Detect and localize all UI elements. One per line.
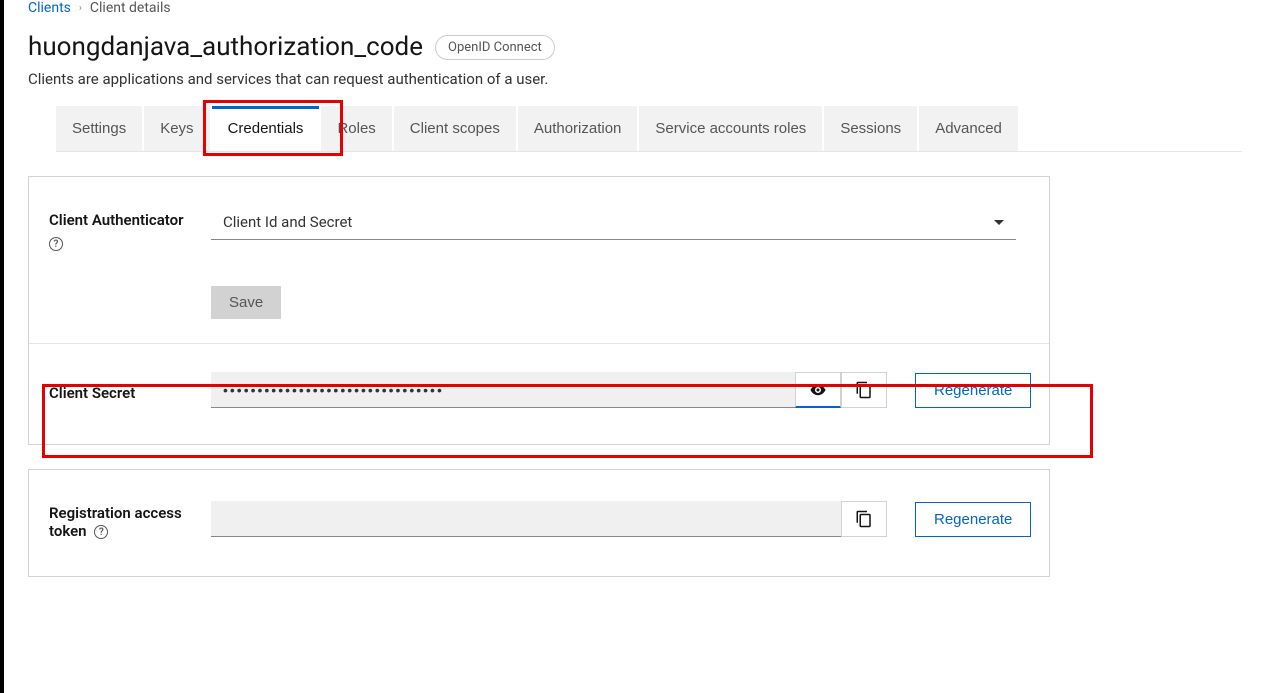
tab-sessions[interactable]: Sessions [824, 106, 917, 151]
tab-roles[interactable]: Roles [321, 106, 391, 151]
page-title-row: huongdanjava_authorization_code OpenID C… [28, 32, 1242, 62]
client-authenticator-select[interactable]: Client Id and Secret [211, 205, 1016, 240]
registration-token-label-text: Registration access token [49, 504, 182, 540]
registration-token-panel: Registration access token ? Regenerate [28, 469, 1050, 577]
tab-credentials[interactable]: Credentials [212, 106, 320, 151]
copy-secret-button[interactable] [841, 372, 887, 408]
page-title: huongdanjava_authorization_code [28, 32, 423, 62]
client-authenticator-value: Client Id and Secret [223, 213, 352, 231]
tab-service-accounts[interactable]: Service accounts roles [639, 106, 822, 151]
protocol-badge: OpenID Connect [435, 35, 555, 60]
credentials-panel: Client Authenticator ? Client Id and Sec… [28, 176, 1050, 445]
client-authenticator-label-text: Client Authenticator [49, 211, 184, 229]
help-icon[interactable]: ? [94, 525, 108, 539]
tab-authorization[interactable]: Authorization [518, 106, 638, 151]
copy-token-button[interactable] [841, 501, 887, 537]
tab-client-scopes[interactable]: Client scopes [394, 106, 516, 151]
tabs: Settings Keys Credentials Roles Client s… [56, 106, 1242, 152]
help-icon[interactable]: ? [49, 237, 63, 251]
regenerate-secret-button[interactable]: Regenerate [915, 373, 1031, 408]
client-secret-input[interactable] [211, 372, 795, 408]
registration-token-label: Registration access token ? [49, 498, 199, 540]
registration-token-input[interactable] [211, 501, 841, 537]
copy-icon [855, 381, 873, 399]
client-secret-label: Client Secret [49, 378, 199, 402]
breadcrumb: Clients › Client details [28, 0, 1242, 24]
tab-advanced[interactable]: Advanced [919, 106, 1018, 151]
tab-keys[interactable]: Keys [144, 106, 209, 151]
save-button[interactable]: Save [211, 286, 281, 319]
client-authenticator-label: Client Authenticator ? [49, 205, 199, 251]
breadcrumb-current: Client details [90, 0, 171, 16]
chevron-down-icon [994, 220, 1004, 225]
tab-settings[interactable]: Settings [56, 106, 142, 151]
page-subtitle: Clients are applications and services th… [28, 70, 1242, 88]
copy-icon [855, 510, 873, 528]
breadcrumb-clients-link[interactable]: Clients [28, 0, 71, 16]
chevron-right-icon: › [79, 3, 82, 14]
regenerate-token-button[interactable]: Regenerate [915, 502, 1031, 537]
toggle-visibility-button[interactable] [795, 372, 841, 408]
eye-icon [809, 381, 827, 399]
